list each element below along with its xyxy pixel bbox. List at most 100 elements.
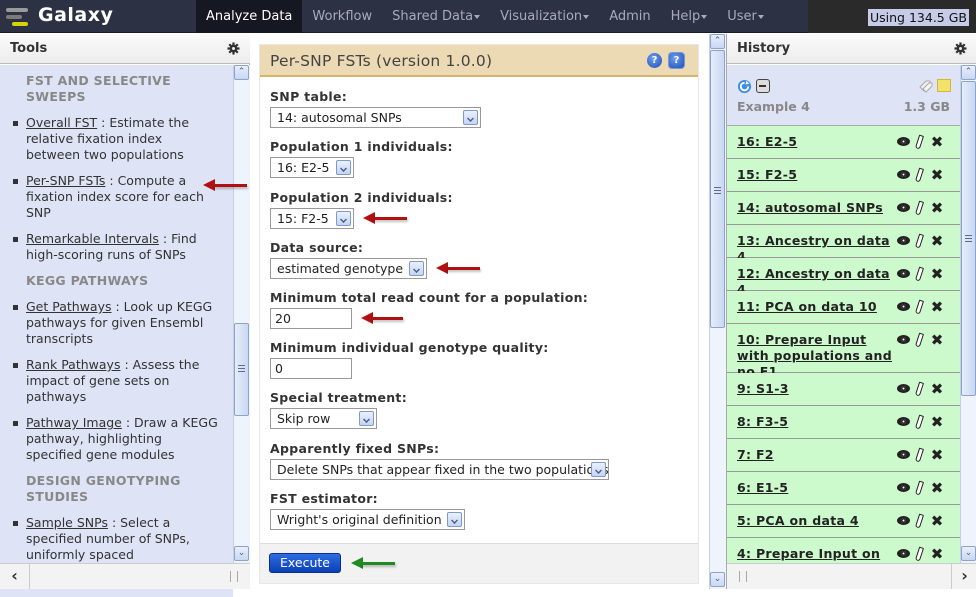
tools-scrollbar[interactable]: ⌃ ⌄ — [233, 65, 250, 563]
pencil-icon[interactable] — [914, 167, 925, 183]
tool-link-per-snp-fsts[interactable]: Per-SNP FSTs — [26, 173, 105, 188]
history-item[interactable]: 9: S1-3 ✖ — [727, 373, 960, 406]
eye-icon[interactable] — [897, 170, 910, 179]
data-source-select[interactable]: estimated genotype — [270, 258, 427, 279]
eye-icon[interactable] — [897, 137, 910, 146]
tab-user[interactable]: User — [717, 0, 774, 33]
scroll-down-button[interactable]: ⌄ — [234, 546, 249, 561]
pencil-icon[interactable] — [914, 134, 925, 150]
pencil-icon[interactable] — [914, 513, 925, 529]
tags-icon[interactable] — [918, 79, 934, 93]
delete-icon[interactable]: ✖ — [930, 135, 944, 150]
tool-link-sample-snps[interactable]: Sample SNPs — [26, 515, 108, 530]
history-item-title[interactable]: 9: S1-3 — [737, 381, 897, 397]
collapse-all-icon[interactable] — [756, 79, 770, 93]
fst-estimator-select[interactable]: Wright's original definition — [270, 509, 465, 530]
eye-icon[interactable] — [897, 302, 910, 311]
execute-button[interactable]: Execute — [269, 553, 341, 573]
drag-handle-icon[interactable] — [230, 571, 238, 582]
history-item-title[interactable]: 11: PCA on data 10 — [737, 299, 897, 315]
tab-workflow[interactable]: Workflow — [302, 0, 382, 33]
eye-icon[interactable] — [897, 335, 910, 344]
history-item[interactable]: 7: F2 ✖ — [727, 439, 960, 472]
eye-icon[interactable] — [897, 417, 910, 426]
collapse-right-icon[interactable]: › — [951, 564, 976, 589]
history-item[interactable]: 13: Ancestry on data 4 ✖ — [727, 225, 960, 264]
drag-handle-icon[interactable] — [739, 571, 747, 582]
delete-icon[interactable]: ✖ — [930, 267, 944, 282]
pencil-icon[interactable] — [914, 299, 925, 315]
history-item[interactable]: 6: E1-5 ✖ — [727, 472, 960, 505]
tab-admin[interactable]: Admin — [599, 0, 660, 33]
tool-link-pathway-image[interactable]: Pathway Image — [26, 415, 122, 430]
delete-icon[interactable]: ✖ — [930, 168, 944, 183]
eye-icon[interactable] — [897, 450, 910, 459]
history-name[interactable]: Example 4 — [737, 99, 810, 114]
delete-icon[interactable]: ✖ — [930, 547, 944, 562]
pencil-icon[interactable] — [914, 546, 925, 562]
scroll-thumb[interactable] — [710, 50, 725, 328]
tool-link-overall-fst[interactable]: Overall FST — [26, 115, 97, 130]
tool-link-remarkable-intervals[interactable]: Remarkable Intervals — [26, 231, 159, 246]
pencil-icon[interactable] — [914, 200, 925, 216]
tool-link-rank-pathways[interactable]: Rank Pathways — [26, 357, 120, 372]
refresh-icon[interactable] — [737, 79, 752, 94]
pencil-icon[interactable] — [914, 480, 925, 496]
annotation-note-icon[interactable] — [937, 79, 951, 92]
center-scrollbar[interactable]: ⌃ ⌄ — [709, 34, 726, 589]
brand-title[interactable]: Galaxy — [38, 4, 113, 26]
scroll-down-button[interactable]: ⌄ — [961, 546, 976, 561]
history-item-title[interactable]: 15: F2-5 — [737, 167, 897, 183]
eye-icon[interactable] — [897, 236, 910, 245]
collapse-left-icon[interactable]: ‹ — [0, 564, 30, 589]
delete-icon[interactable]: ✖ — [930, 382, 944, 397]
special-treatment-select[interactable]: Skip row — [270, 408, 377, 429]
delete-icon[interactable]: ✖ — [930, 481, 944, 496]
pencil-icon[interactable] — [914, 381, 925, 397]
eye-icon[interactable] — [897, 269, 910, 278]
history-item-title[interactable]: 5: PCA on data 4 — [737, 513, 897, 529]
pencil-icon[interactable] — [914, 266, 925, 282]
delete-icon[interactable]: ✖ — [930, 201, 944, 216]
eye-icon[interactable] — [897, 203, 910, 212]
history-item[interactable]: 10: Prepare Input with populations and n… — [727, 324, 960, 379]
quota-meter[interactable]: Using 134.5 GB — [868, 9, 969, 26]
scroll-up-button[interactable]: ⌃ — [710, 34, 725, 49]
delete-icon[interactable]: ✖ — [930, 448, 944, 463]
scroll-up-button[interactable]: ⌃ — [961, 65, 976, 80]
tab-analyze-data[interactable]: Analyze Data — [196, 0, 303, 33]
eye-icon[interactable] — [897, 384, 910, 393]
min-genotype-quality-input[interactable]: 0 — [270, 358, 352, 379]
history-item[interactable]: 12: Ancestry on data 4 ✖ — [727, 258, 960, 297]
delete-icon[interactable]: ✖ — [930, 300, 944, 315]
pencil-icon[interactable] — [914, 332, 925, 348]
pop2-select[interactable]: 15: F2-5 — [270, 208, 354, 229]
min-read-count-input[interactable]: 20 — [270, 308, 352, 329]
eye-icon[interactable] — [897, 483, 910, 492]
pencil-icon[interactable] — [914, 233, 925, 249]
delete-icon[interactable]: ✖ — [930, 333, 944, 348]
history-item-title[interactable]: 14: autosomal SNPs — [737, 200, 897, 216]
history-item-title[interactable]: 6: E1-5 — [737, 480, 897, 496]
pencil-icon[interactable] — [914, 447, 925, 463]
scroll-thumb[interactable] — [234, 323, 249, 416]
help-bubble-icon[interactable]: ? — [647, 53, 662, 68]
history-item[interactable]: 11: PCA on data 10 ✖ — [727, 291, 960, 324]
scroll-thumb[interactable] — [961, 81, 976, 396]
history-item-title[interactable]: 7: F2 — [737, 447, 897, 463]
tool-link-get-pathways[interactable]: Get Pathways — [26, 299, 112, 314]
history-item-title[interactable]: 4: Prepare Input on — [737, 546, 897, 562]
pop1-select[interactable]: 16: E2-5 — [270, 157, 354, 178]
scroll-down-button[interactable]: ⌄ — [710, 572, 725, 587]
history-item[interactable]: 5: PCA on data 4 ✖ — [727, 505, 960, 538]
tab-help[interactable]: Help — [661, 0, 718, 33]
history-item[interactable]: 15: F2-5 ✖ — [727, 159, 960, 192]
eye-icon[interactable] — [897, 516, 910, 525]
delete-icon[interactable]: ✖ — [930, 234, 944, 249]
fixed-snps-select[interactable]: Delete SNPs that appear fixed in the two… — [270, 459, 609, 480]
pencil-icon[interactable] — [914, 414, 925, 430]
gear-icon[interactable] — [227, 42, 240, 55]
eye-icon[interactable] — [897, 549, 910, 558]
tab-shared-data[interactable]: Shared Data — [382, 0, 490, 33]
delete-icon[interactable]: ✖ — [930, 514, 944, 529]
